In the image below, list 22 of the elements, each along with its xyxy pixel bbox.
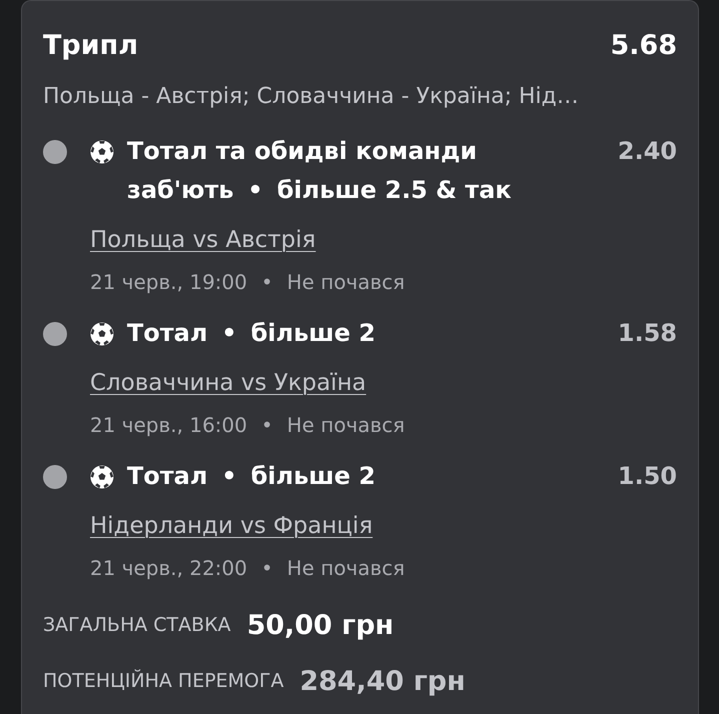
event-info: 21 черв., 19:00 • Не почався [90, 269, 405, 296]
match-link[interactable]: Нідерланди vs Франція [90, 509, 373, 543]
total-amount: 50,00 грн [246, 610, 394, 640]
soccer-ball-icon [90, 465, 114, 489]
total-amount: 284,40 грн [300, 666, 466, 696]
bet-type-title: Трипл [43, 30, 138, 60]
total-label: ЗАГАЛЬНА СТАВКА [43, 614, 231, 636]
soccer-ball-icon [90, 322, 114, 346]
selection-odds: 1.58 [618, 318, 677, 349]
bet-summary: Польща - Австрія; Словаччина - Україна; Нід… [43, 83, 580, 111]
total-label: ПОТЕНЦІЙНА ПЕРЕМОГА [43, 670, 284, 692]
match-link[interactable]: Словаччина vs Україна [90, 366, 366, 400]
event-info: 21 черв., 16:00 • Не почався [90, 412, 405, 439]
bet-selection: Тотал • більше 2 [127, 461, 376, 492]
selection-odds: 2.40 [618, 136, 677, 167]
soccer-ball-icon [90, 140, 114, 164]
total-odds: 5.68 [610, 30, 677, 60]
event-info: 21 черв., 22:00 • Не почався [90, 555, 405, 582]
selection-odds: 1.50 [618, 461, 677, 492]
match-link[interactable]: Польща vs Австрія [90, 223, 316, 257]
bet-selection: Тотал • більше 2 [127, 318, 376, 349]
bet-selection: Тотал та обидві команди заб'ють • більше 2.5 & так [127, 136, 512, 206]
